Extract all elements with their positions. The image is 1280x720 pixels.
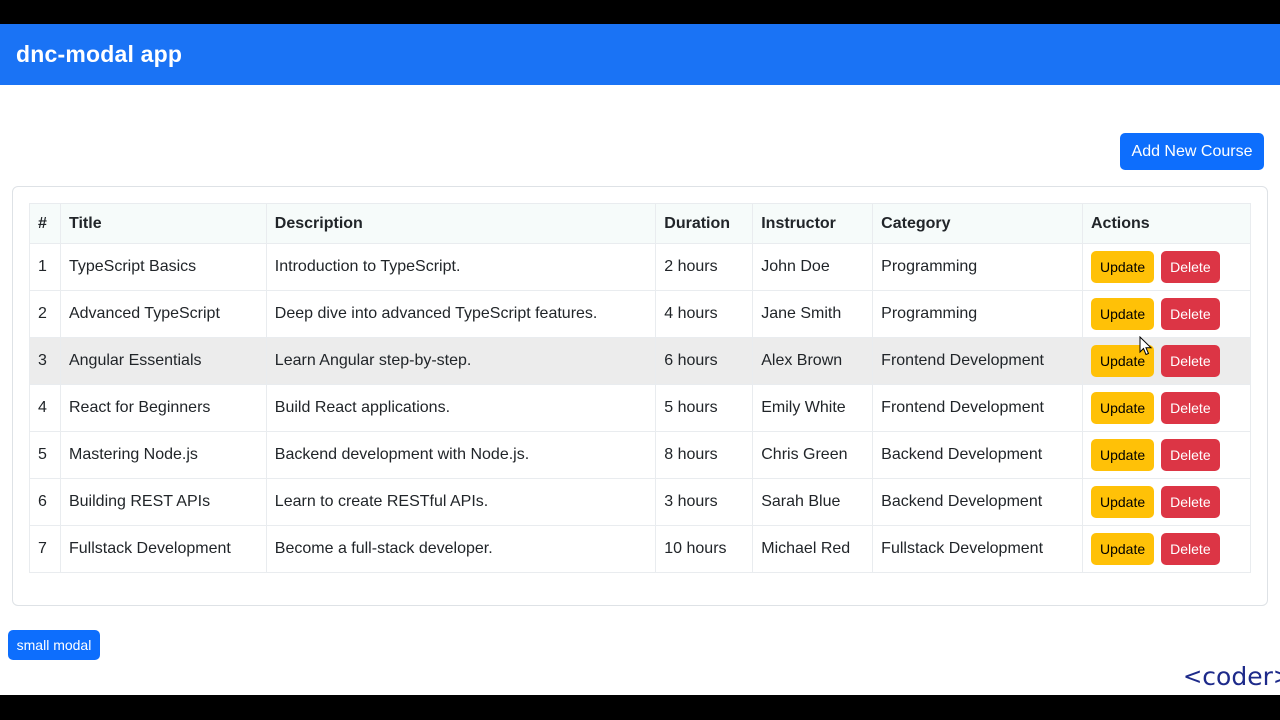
cell-duration: 5 hours	[655, 384, 754, 432]
cell-duration: 6 hours	[655, 337, 754, 385]
cell-actions: Update Delete	[1081, 290, 1252, 338]
table-row: 2 Advanced TypeScript Deep dive into adv…	[29, 290, 1252, 338]
table-row: 4 React for Beginners Build React applic…	[29, 384, 1252, 432]
cell-duration: 4 hours	[655, 290, 754, 338]
delete-button[interactable]: Delete	[1161, 486, 1220, 518]
cell-instructor: John Doe	[752, 243, 874, 291]
cell-actions: Update Delete	[1081, 431, 1252, 479]
cell-title: TypeScript Basics	[59, 243, 267, 291]
update-button[interactable]: Update	[1090, 251, 1155, 283]
cell-actions: Update Delete	[1081, 525, 1252, 573]
cell-category: Programming	[872, 290, 1083, 338]
cell-description: Learn Angular step-by-step.	[265, 337, 657, 385]
delete-button[interactable]: Delete	[1161, 298, 1220, 330]
cell-title: Angular Essentials	[59, 337, 267, 385]
mouse-cursor-icon	[1139, 336, 1153, 356]
cell-duration: 8 hours	[655, 431, 754, 479]
delete-button[interactable]: Delete	[1161, 345, 1220, 377]
cell-category: Fullstack Development	[872, 525, 1083, 573]
cell-description: Introduction to TypeScript.	[265, 243, 657, 291]
update-button[interactable]: Update	[1090, 298, 1155, 330]
table-row: 5 Mastering Node.js Backend development …	[29, 431, 1252, 479]
cell-number: 6	[29, 478, 61, 526]
column-header-description: Description	[265, 203, 657, 244]
column-header-title: Title	[59, 203, 267, 244]
cell-category: Programming	[872, 243, 1083, 291]
logo-close-bracket: >	[1273, 664, 1280, 690]
cell-title: React for Beginners	[59, 384, 267, 432]
app-window: dnc-modal app Add New Course # Title Des…	[0, 24, 1280, 695]
table-header-row: # Title Description Duration Instructor …	[29, 203, 1252, 244]
logo-open-bracket: <	[1183, 664, 1203, 690]
cell-duration: 10 hours	[655, 525, 754, 573]
logo-word: coder	[1202, 662, 1273, 691]
column-header-instructor: Instructor	[752, 203, 874, 244]
delete-button[interactable]: Delete	[1161, 533, 1220, 565]
cell-description: Learn to create RESTful APIs.	[265, 478, 657, 526]
app-title[interactable]: dnc-modal app	[16, 41, 182, 68]
column-header-number: #	[29, 203, 61, 244]
cell-description: Backend development with Node.js.	[265, 431, 657, 479]
cell-description: Deep dive into advanced TypeScript featu…	[265, 290, 657, 338]
table-row: 6 Building REST APIs Learn to create RES…	[29, 478, 1252, 526]
cell-instructor: Chris Green	[752, 431, 874, 479]
update-button[interactable]: Update	[1090, 533, 1155, 565]
cell-category: Frontend Development	[872, 337, 1083, 385]
column-header-actions: Actions	[1081, 203, 1252, 244]
cell-number: 5	[29, 431, 61, 479]
cell-description: Build React applications.	[265, 384, 657, 432]
cell-title: Advanced TypeScript	[59, 290, 267, 338]
cell-actions: Update Delete	[1081, 243, 1252, 291]
cell-actions: Update Delete	[1081, 478, 1252, 526]
cell-instructor: Emily White	[752, 384, 874, 432]
dotnetcoder-logo: <coder>	[1183, 658, 1280, 691]
cell-category: Backend Development	[872, 478, 1083, 526]
cell-instructor: Jane Smith	[752, 290, 874, 338]
cell-category: Backend Development	[872, 431, 1083, 479]
courses-card: # Title Description Duration Instructor …	[12, 186, 1268, 606]
table-row: 3 Angular Essentials Learn Angular step-…	[29, 337, 1252, 385]
cell-title: Building REST APIs	[59, 478, 267, 526]
table-row: 1 TypeScript Basics Introduction to Type…	[29, 243, 1252, 291]
delete-button[interactable]: Delete	[1161, 439, 1220, 471]
cell-number: 4	[29, 384, 61, 432]
table-row: 7 Fullstack Development Become a full-st…	[29, 525, 1252, 573]
update-button[interactable]: Update	[1090, 439, 1155, 471]
cell-description: Become a full-stack developer.	[265, 525, 657, 573]
navbar: dnc-modal app	[0, 24, 1280, 85]
cell-title: Fullstack Development	[59, 525, 267, 573]
update-button[interactable]: Update	[1090, 392, 1155, 424]
cell-instructor: Alex Brown	[752, 337, 874, 385]
cell-instructor: Michael Red	[752, 525, 874, 573]
courses-table: # Title Description Duration Instructor …	[29, 203, 1252, 573]
cell-actions: Update Delete	[1081, 384, 1252, 432]
column-header-category: Category	[872, 203, 1083, 244]
add-new-course-button[interactable]: Add New Course	[1120, 133, 1264, 170]
courses-table-body: 1 TypeScript Basics Introduction to Type…	[29, 243, 1252, 573]
cell-number: 7	[29, 525, 61, 573]
update-button[interactable]: Update	[1090, 486, 1155, 518]
cell-number: 3	[29, 337, 61, 385]
small-modal-button[interactable]: small modal	[8, 630, 100, 660]
cell-duration: 2 hours	[655, 243, 754, 291]
delete-button[interactable]: Delete	[1161, 392, 1220, 424]
cell-actions: Update Delete	[1081, 337, 1252, 385]
delete-button[interactable]: Delete	[1161, 251, 1220, 283]
cell-category: Frontend Development	[872, 384, 1083, 432]
cell-duration: 3 hours	[655, 478, 754, 526]
cell-number: 1	[29, 243, 61, 291]
cell-title: Mastering Node.js	[59, 431, 267, 479]
cell-instructor: Sarah Blue	[752, 478, 874, 526]
cell-number: 2	[29, 290, 61, 338]
column-header-duration: Duration	[655, 203, 754, 244]
